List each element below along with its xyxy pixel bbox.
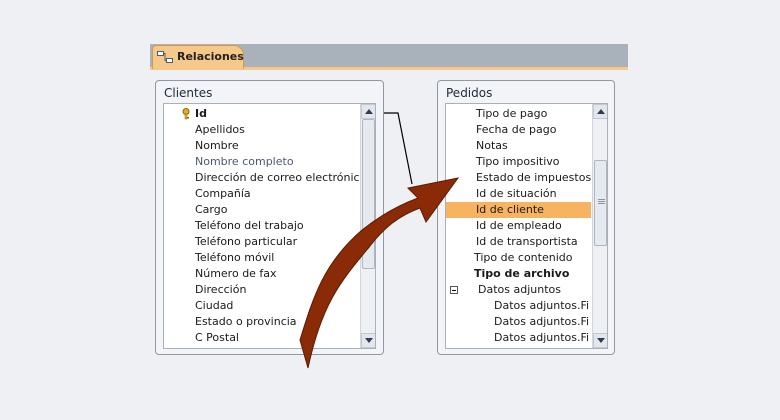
relationship-line[interactable]	[384, 112, 413, 185]
relationship-overlay	[299, 112, 460, 369]
annotation-arrow-icon	[299, 177, 460, 369]
